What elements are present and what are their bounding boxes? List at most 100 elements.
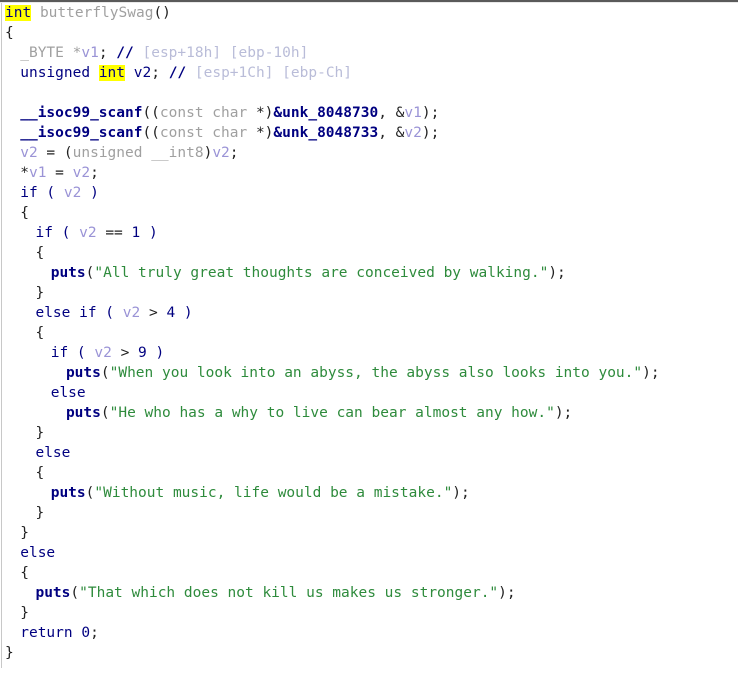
code-token-num: 4 (166, 305, 176, 321)
code-line[interactable]: return 0; (0, 623, 738, 643)
code-token-type: _BYTE * (20, 45, 82, 61)
code-token-var[interactable]: v2 (404, 125, 421, 141)
code-token-var[interactable]: v2 (123, 305, 140, 321)
code-token-var[interactable]: v2 (20, 145, 37, 161)
code-token-plain: = ( (37, 145, 73, 161)
code-token-str: "That which does not kill us makes us st… (79, 585, 499, 601)
code-token-plain: ; (98, 45, 117, 61)
code-line[interactable]: { (0, 463, 738, 483)
code-token-var[interactable]: v2 (212, 145, 229, 161)
code-token-plain: } (35, 285, 45, 301)
code-token-var[interactable]: v1 (81, 45, 98, 61)
code-token-str: "He who has a why to live can bear almos… (109, 405, 555, 421)
code-token-var[interactable]: v2 (73, 165, 90, 181)
code-token-plain: { (20, 205, 29, 221)
code-token-plain: { (35, 245, 45, 261)
code-line[interactable]: { (0, 243, 738, 263)
code-token-kw: unsigned (20, 65, 99, 81)
code-line[interactable]: else (0, 443, 738, 463)
code-token-plain: *) (255, 125, 274, 141)
code-token-num: 0 (81, 625, 91, 641)
code-line[interactable]: puts("He who has a why to live can bear … (0, 403, 738, 423)
code-token-var[interactable]: v2 (94, 345, 111, 361)
code-line[interactable]: } (0, 283, 738, 303)
code-token-kw: else (35, 445, 71, 461)
code-token-plain: ); (498, 585, 516, 601)
code-token-kw: v2 (133, 65, 152, 81)
code-token-fn[interactable]: puts (66, 405, 101, 421)
code-line[interactable]: *v1 = v2; (0, 163, 738, 183)
code-line[interactable]: } (0, 523, 738, 543)
code-token-var[interactable]: v2 (79, 225, 96, 241)
code-line[interactable]: else (0, 543, 738, 563)
code-line[interactable]: { (0, 203, 738, 223)
code-token-kw: ) (81, 185, 99, 201)
code-token-plain: ( (100, 405, 110, 421)
code-token-plain: } (20, 605, 29, 621)
code-token-plain: , & (378, 105, 405, 121)
code-line[interactable]: _BYTE *v1; // [esp+18h] [ebp-10h] (0, 43, 738, 63)
code-token-fn[interactable]: puts (51, 485, 86, 501)
code-line[interactable]: puts("That which does not kill us makes … (0, 583, 738, 603)
code-token-plain: } (20, 525, 29, 541)
code-token-hl[interactable]: int (5, 5, 32, 21)
code-token-str: "Without music, life would be a mistake.… (94, 485, 453, 501)
code-line-list[interactable]: int butterflySwag(){_BYTE *v1; // [esp+1… (0, 3, 738, 663)
code-token-plain: (( (142, 105, 160, 121)
code-line[interactable]: } (0, 643, 738, 663)
code-line[interactable]: } (0, 603, 738, 623)
code-line[interactable]: if ( v2 > 9 ) (0, 343, 738, 363)
code-token-fn[interactable]: puts (51, 265, 86, 281)
code-token-var[interactable]: v2 (64, 185, 81, 201)
code-token-plain: ; (90, 165, 99, 181)
code-line[interactable]: if ( v2 == 1 ) (0, 223, 738, 243)
code-token-plain: { (35, 325, 45, 341)
code-line[interactable]: } (0, 423, 738, 443)
code-line[interactable]: int butterflySwag() (0, 3, 738, 23)
code-line[interactable]: puts("Without music, life would be a mis… (0, 483, 738, 503)
code-token-cmt-mark: // (116, 45, 134, 61)
code-token-fn[interactable]: __isoc99_scanf (20, 125, 142, 141)
code-token-plain: , & (378, 125, 405, 141)
code-token-fn[interactable]: puts (35, 585, 70, 601)
code-token-var[interactable]: v1 (29, 165, 46, 181)
code-line[interactable]: unsigned int v2; // [esp+1Ch] [ebp-Ch] (0, 63, 738, 83)
code-line[interactable] (0, 83, 738, 103)
code-token-cmt-mark: // (168, 65, 187, 81)
code-line[interactable]: { (0, 563, 738, 583)
code-line[interactable]: else if ( v2 > 4 ) (0, 303, 738, 323)
code-line[interactable]: else (0, 383, 738, 403)
code-line[interactable]: { (0, 23, 738, 43)
code-token-plain: { (35, 465, 45, 481)
code-line[interactable]: __isoc99_scanf((const char *)&unk_804873… (0, 103, 738, 123)
code-token-plain: } (5, 645, 14, 661)
code-line[interactable]: __isoc99_scanf((const char *)&unk_804873… (0, 123, 738, 143)
code-line[interactable]: puts("When you look into an abyss, the a… (0, 363, 738, 383)
code-token-str: "All truly great thoughts are conceived … (94, 265, 549, 281)
code-line[interactable]: } (0, 503, 738, 523)
code-token-fn[interactable]: __isoc99_scanf (20, 105, 142, 121)
code-token-plain: ; (90, 625, 99, 641)
code-token-kw: ) (175, 305, 193, 321)
code-token-glob[interactable]: &unk_8048730 (273, 105, 378, 121)
code-token-plain: ); (554, 405, 573, 421)
code-token-plain: ( (100, 365, 110, 381)
code-line[interactable]: { (0, 323, 738, 343)
code-token-plain: ; (151, 65, 169, 81)
code-token-hl[interactable]: int (98, 65, 126, 81)
code-token-plain: ); (421, 125, 440, 141)
code-token-type: butterflySwag (39, 5, 154, 21)
code-token-kw: else (50, 385, 86, 401)
code-token-plain: { (5, 25, 14, 41)
code-token-var[interactable]: v1 (404, 105, 421, 121)
code-token-kw: return (20, 625, 82, 641)
code-line[interactable]: v2 = (unsigned __int8)v2; (0, 143, 738, 163)
pseudocode-pane[interactable]: int butterflySwag(){_BYTE *v1; // [esp+1… (0, 3, 738, 681)
code-token-glob[interactable]: &unk_8048733 (273, 125, 378, 141)
code-line[interactable]: if ( v2 ) (0, 183, 738, 203)
code-token-fn[interactable]: puts (66, 365, 101, 381)
code-token-plain: = (46, 165, 73, 181)
code-token-plain: *) (255, 105, 274, 121)
code-line[interactable]: puts("All truly great thoughts are conce… (0, 263, 738, 283)
